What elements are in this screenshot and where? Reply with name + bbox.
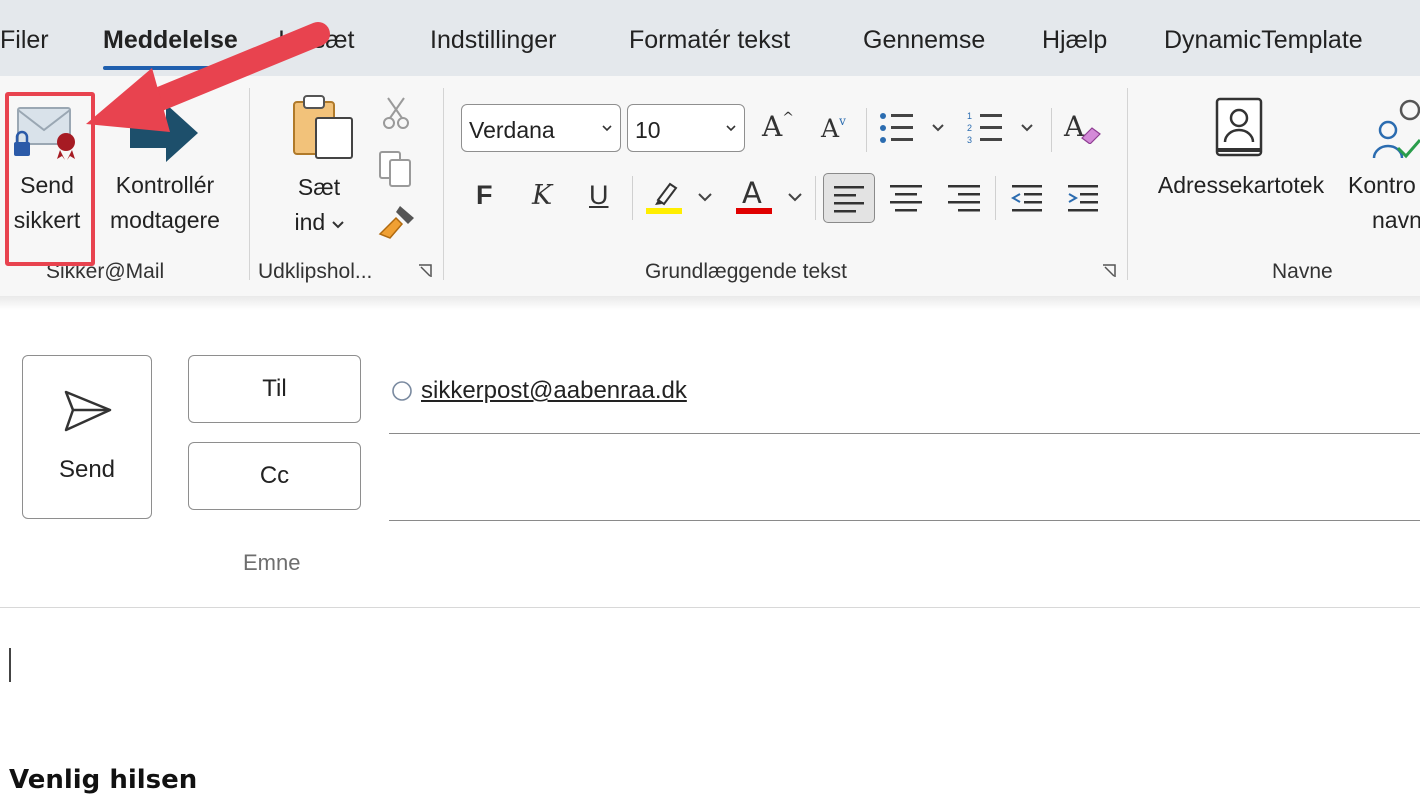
- divider: [632, 176, 633, 220]
- increase-indent-icon[interactable]: [1066, 184, 1100, 212]
- caret-up-icon: ^: [782, 110, 794, 126]
- group-label-basic-text: Grundlæggende tekst: [645, 260, 847, 283]
- eraser-icon: [1081, 127, 1101, 144]
- body-separator: [0, 607, 1420, 608]
- tab-gennemse[interactable]: Gennemse: [863, 26, 985, 55]
- chevron-down-icon: [698, 193, 712, 202]
- align-center-icon[interactable]: [890, 184, 922, 212]
- highlight-color-swatch: [646, 208, 682, 214]
- group-separator: [443, 88, 444, 280]
- cc-input[interactable]: [389, 440, 1420, 520]
- address-book-label: Adressekartotek: [1157, 172, 1325, 198]
- address-book-button[interactable]: Adressekartotek: [1146, 94, 1336, 262]
- to-field-underline: [389, 433, 1420, 434]
- subject-input[interactable]: [389, 535, 1420, 601]
- check-names-button[interactable]: Kontro navn: [1346, 94, 1420, 262]
- check-names-label: Kontro navn: [1348, 172, 1420, 233]
- message-body[interactable]: [0, 610, 1420, 797]
- check-names-icon: [1372, 99, 1420, 159]
- underline-button[interactable]: U: [589, 180, 609, 211]
- svg-text:3: 3: [967, 135, 972, 145]
- clear-formatting-button[interactable]: A: [1064, 110, 1101, 144]
- font-color-swatch: [736, 208, 772, 214]
- bullet-list-icon[interactable]: [878, 110, 948, 146]
- subject-label: Emne: [243, 550, 301, 575]
- address-book-icon: [1215, 97, 1263, 157]
- text-caret: [9, 648, 11, 682]
- divider: [815, 176, 816, 220]
- send-icon: [64, 390, 112, 432]
- presence-circle-icon: [392, 381, 412, 401]
- grow-font-button[interactable]: A^: [762, 110, 794, 143]
- cc-field-underline: [389, 520, 1420, 521]
- send-label: Send: [58, 456, 116, 483]
- shrink-font-button[interactable]: Av: [821, 114, 846, 143]
- signature-text: Venlig hilsen: [9, 765, 198, 795]
- chevron-down-icon: [788, 193, 802, 202]
- chevron-down-icon: [726, 125, 736, 132]
- decrease-indent-icon[interactable]: [1010, 184, 1044, 212]
- align-right-icon[interactable]: [948, 184, 980, 212]
- group-separator: [1127, 88, 1128, 280]
- dialog-launcher-icon[interactable]: [418, 264, 432, 278]
- svg-text:1: 1: [967, 111, 972, 121]
- italic-button[interactable]: K: [532, 180, 552, 211]
- tab-formater-tekst[interactable]: Formatér tekst: [629, 26, 790, 55]
- font-name-dropdown[interactable]: Verdana: [461, 104, 621, 152]
- group-label-names: Navne: [1272, 260, 1333, 283]
- to-recipient-chip[interactable]: sikkerpost@aabenraa.dk: [421, 377, 687, 405]
- annotation-arrow-icon: [86, 22, 330, 132]
- align-left-button[interactable]: [823, 173, 875, 223]
- divider: [866, 108, 867, 152]
- align-left-icon: [834, 186, 864, 213]
- divider: [1051, 108, 1052, 152]
- dialog-launcher-icon[interactable]: [1102, 264, 1116, 278]
- caret-down-icon: v: [839, 114, 846, 128]
- tab-indstillinger[interactable]: Indstillinger: [430, 26, 556, 55]
- divider: [995, 176, 996, 220]
- tab-hjaelp[interactable]: Hjælp: [1042, 26, 1107, 55]
- chevron-down-icon: [602, 125, 612, 132]
- bold-button[interactable]: F: [476, 180, 493, 211]
- tab-dynamictemplate[interactable]: DynamicTemplate: [1164, 26, 1363, 55]
- send-button[interactable]: Send: [22, 355, 152, 519]
- svg-text:2: 2: [967, 123, 972, 133]
- font-size-dropdown[interactable]: 10: [627, 104, 745, 152]
- numbered-list-icon[interactable]: 1 2 3: [966, 110, 1038, 146]
- highlighter-icon: [655, 182, 678, 206]
- to-button[interactable]: Til: [188, 355, 361, 423]
- cc-button[interactable]: Cc: [188, 442, 361, 510]
- font-color-button[interactable]: A: [736, 176, 806, 220]
- highlight-color-button[interactable]: [646, 176, 716, 220]
